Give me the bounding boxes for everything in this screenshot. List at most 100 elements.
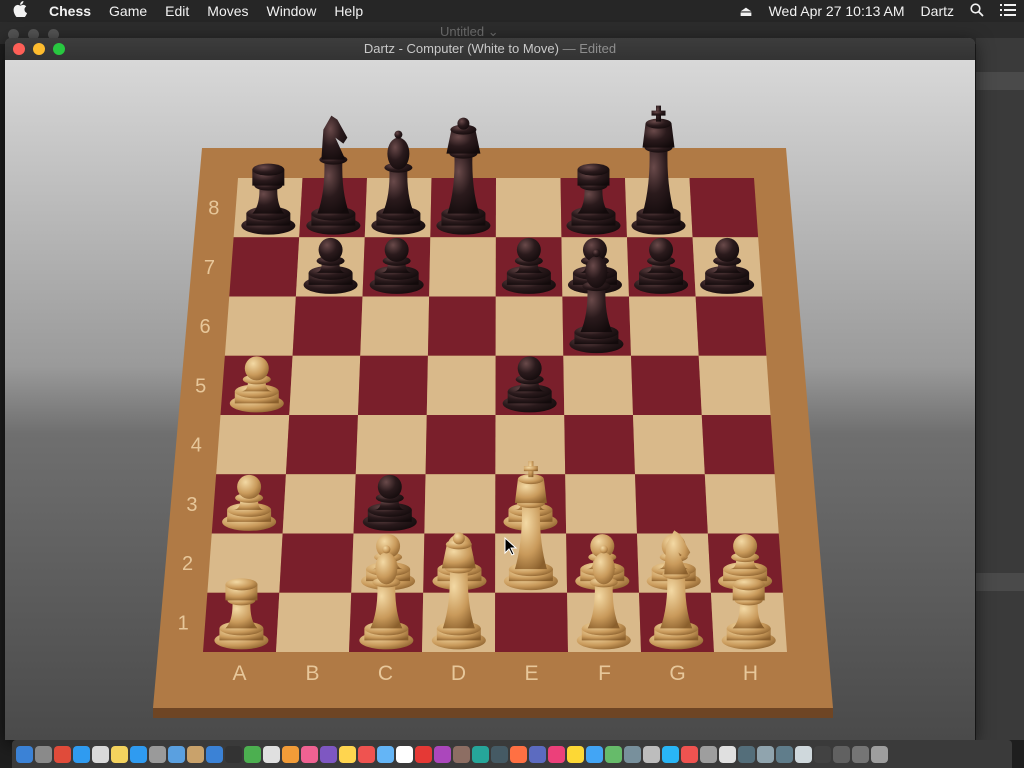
board-square-d3[interactable] (424, 474, 496, 534)
board-square-h4[interactable] (701, 415, 775, 475)
dock-app-icon[interactable] (358, 745, 375, 763)
board-square-e1[interactable] (495, 592, 568, 652)
dock-app-icon[interactable] (776, 745, 793, 763)
board-square-e6[interactable] (495, 296, 564, 356)
dock-app-icon[interactable] (225, 745, 242, 763)
dock-app-icon[interactable] (301, 745, 318, 763)
dock-app-icon[interactable] (339, 745, 356, 763)
board-square-b5[interactable] (289, 355, 361, 415)
board-square-b3[interactable] (282, 474, 356, 534)
board-square-d4[interactable] (425, 415, 496, 475)
rank-label: 8 (208, 198, 219, 220)
dock-app-icon[interactable] (833, 745, 850, 763)
menu-edit[interactable]: Edit (156, 0, 198, 22)
board-square-h3[interactable] (704, 474, 779, 534)
menu-game[interactable]: Game (100, 0, 156, 22)
dock-app-icon[interactable] (681, 745, 698, 763)
menu-moves[interactable]: Moves (198, 0, 257, 22)
board-square-h8[interactable] (689, 178, 759, 238)
dock-app-icon[interactable] (415, 745, 432, 763)
apple-menu-icon[interactable] (0, 0, 40, 22)
dock-app-icon[interactable] (852, 745, 869, 763)
dock-app-icon[interactable] (282, 745, 299, 763)
dock-app-icon[interactable] (35, 745, 52, 763)
board-square-c4[interactable] (355, 415, 427, 475)
board-square-a6[interactable] (224, 296, 296, 356)
board-square-g4[interactable] (633, 415, 705, 475)
close-button[interactable] (13, 43, 25, 55)
dock-app-icon[interactable] (700, 745, 717, 763)
dock-app-icon[interactable] (320, 745, 337, 763)
menubar-clock[interactable]: Wed Apr 27 10:13 AM (761, 3, 913, 19)
board-square-d7[interactable] (429, 237, 496, 297)
dock-app-icon[interactable] (795, 745, 812, 763)
board-square-b6[interactable] (292, 296, 363, 356)
board-square-f3[interactable] (565, 474, 637, 534)
rank-label: 2 (182, 553, 193, 575)
spotlight-search-icon[interactable] (962, 2, 992, 20)
dock-app-icon[interactable] (510, 745, 527, 763)
dock-app-icon[interactable] (529, 745, 546, 763)
window-titlebar: Dartz - Computer (White to Move) — Edite… (5, 38, 975, 60)
dock-app-icon[interactable] (187, 745, 204, 763)
dock-app-icon[interactable] (73, 745, 90, 763)
board-square-e8[interactable] (495, 178, 562, 238)
dock-app-icon[interactable] (434, 745, 451, 763)
board-square-g5[interactable] (631, 355, 702, 415)
menubar-user[interactable]: Dartz (913, 3, 962, 19)
dock-app-icon[interactable] (719, 745, 736, 763)
rank-label: 1 (178, 612, 189, 634)
board-square-g3[interactable] (635, 474, 708, 534)
dock-app-icon[interactable] (757, 745, 774, 763)
board-square-h6[interactable] (695, 296, 767, 356)
dock-app-icon[interactable] (567, 745, 584, 763)
minimize-button[interactable] (33, 43, 45, 55)
dock-app-icon[interactable] (662, 745, 679, 763)
board-square-b1[interactable] (276, 592, 352, 652)
dock-app-icon[interactable] (92, 745, 109, 763)
board-square-d5[interactable] (426, 355, 496, 415)
menu-help[interactable]: Help (325, 0, 372, 22)
board-square-a4[interactable] (216, 415, 290, 475)
board-square-h5[interactable] (698, 355, 771, 415)
board-square-g6[interactable] (629, 296, 699, 356)
board-square-f4[interactable] (564, 415, 635, 475)
dock-app-icon[interactable] (130, 745, 147, 763)
board-square-c5[interactable] (358, 355, 428, 415)
dock-app-icon[interactable] (586, 745, 603, 763)
dock-app-icon[interactable] (16, 745, 33, 763)
dock-app-icon[interactable] (206, 745, 223, 763)
zoom-button[interactable] (53, 43, 65, 55)
board-square-d6[interactable] (427, 296, 496, 356)
dock-app-icon[interactable] (453, 745, 470, 763)
dock-app-icon[interactable] (738, 745, 755, 763)
background-window-edge (976, 38, 1024, 740)
dock-app-icon[interactable] (244, 745, 261, 763)
dock-app-icon[interactable] (548, 745, 565, 763)
file-label: A (232, 662, 246, 685)
dock-app-icon[interactable] (149, 745, 166, 763)
chess-board-scene[interactable]: 8 7 6 5 4 3 2 1 A B C D E F G H (5, 60, 975, 740)
board-square-a7[interactable] (229, 237, 300, 297)
dock-app-icon[interactable] (605, 745, 622, 763)
board-square-f5[interactable] (563, 355, 633, 415)
dock-app-icon[interactable] (168, 745, 185, 763)
board-square-b4[interactable] (285, 415, 358, 475)
board-square-b2[interactable] (279, 533, 354, 593)
menu-chess[interactable]: Chess (40, 0, 100, 22)
dock-app-icon[interactable] (263, 745, 280, 763)
board-square-c6[interactable] (360, 296, 430, 356)
dock-app-icon[interactable] (472, 745, 489, 763)
dock-app-icon[interactable] (624, 745, 641, 763)
notification-center-icon[interactable] (992, 3, 1024, 19)
dock-app-icon[interactable] (396, 745, 413, 763)
menu-window[interactable]: Window (258, 0, 326, 22)
dock-app-icon[interactable] (643, 745, 660, 763)
dock-app-icon[interactable] (814, 745, 831, 763)
eject-icon[interactable]: ⏏ (731, 3, 760, 20)
dock-app-icon[interactable] (377, 745, 394, 763)
dock-app-icon[interactable] (871, 745, 888, 763)
dock-app-icon[interactable] (111, 745, 128, 763)
dock-app-icon[interactable] (491, 745, 508, 763)
dock-app-icon[interactable] (54, 745, 71, 763)
